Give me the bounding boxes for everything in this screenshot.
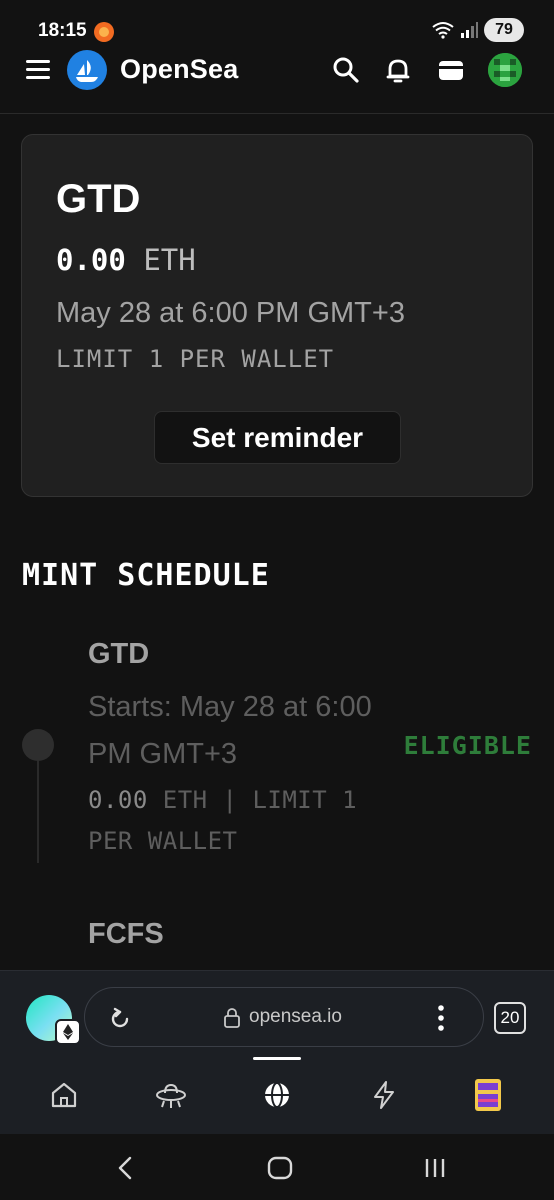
- url-text[interactable]: opensea.io: [249, 1006, 342, 1028]
- system-navigation-bar: [0, 1134, 554, 1200]
- status-time: 18:15: [38, 20, 87, 41]
- section-heading: MINT SCHEDULE: [22, 558, 270, 593]
- wallet-limit: LIMIT 1 PER WALLET: [56, 345, 335, 373]
- stage-title: GTD: [56, 177, 141, 221]
- schedule-stage-name: GTD: [88, 638, 150, 670]
- browser-toolbar: opensea.io 20: [0, 970, 554, 1134]
- signal-icon: [461, 22, 478, 38]
- mint-price: 0.00 ETH: [56, 243, 196, 277]
- search-icon[interactable]: [332, 56, 360, 84]
- status-bar: 18:15 79: [0, 0, 554, 48]
- mint-date: May 28 at 6:00 PM GMT+3: [56, 297, 405, 329]
- stage-price-value: 0.00: [88, 786, 148, 814]
- home-icon[interactable]: [49, 1079, 79, 1111]
- menu-icon[interactable]: [26, 60, 50, 79]
- active-tab-indicator: [253, 1057, 301, 1060]
- opensea-logo-icon[interactable]: [67, 50, 107, 90]
- address-bar[interactable]: opensea.io: [84, 987, 484, 1047]
- schedule-stage-name: FCFS: [88, 918, 164, 950]
- reload-icon[interactable]: [107, 1006, 133, 1032]
- app-header: OpenSea: [0, 48, 554, 114]
- lightning-icon[interactable]: [369, 1079, 399, 1111]
- notification-app-icon: [94, 22, 114, 42]
- schedule-stage-details: 0.00 ETH | LIMIT 1 PER WALLET: [88, 780, 408, 862]
- mint-card: GTD 0.00 ETH May 28 at 6:00 PM GMT+3 LIM…: [21, 134, 533, 497]
- price-unit: ETH: [143, 243, 196, 277]
- home-button-icon[interactable]: [267, 1156, 293, 1180]
- recent-apps-icon[interactable]: [424, 1156, 446, 1180]
- wifi-icon: [432, 22, 454, 39]
- timeline-line: [37, 761, 39, 863]
- brand-name[interactable]: OpenSea: [120, 54, 238, 85]
- wallet-icon[interactable]: [437, 56, 465, 84]
- bell-icon[interactable]: [384, 56, 412, 84]
- timeline-dot: [22, 729, 54, 761]
- more-options-icon[interactable]: [437, 1004, 445, 1032]
- lock-icon: [224, 1008, 240, 1028]
- battery-indicator: 79: [484, 18, 524, 42]
- avatar[interactable]: [488, 53, 522, 87]
- set-reminder-button[interactable]: Set reminder: [154, 411, 401, 464]
- ufo-icon[interactable]: [154, 1079, 188, 1111]
- back-icon[interactable]: [116, 1156, 134, 1180]
- game-icon[interactable]: [472, 1077, 504, 1113]
- eligibility-badge: ELIGIBLE: [403, 731, 532, 760]
- globe-icon[interactable]: [262, 1079, 292, 1111]
- status-icons: 79: [432, 18, 524, 42]
- tab-count-button[interactable]: 20: [494, 1002, 526, 1034]
- price-value: 0.00: [56, 243, 126, 277]
- ethereum-icon: [55, 1019, 81, 1045]
- schedule-stage-start: Starts: May 28 at 6:00 PM GMT+3: [88, 691, 372, 770]
